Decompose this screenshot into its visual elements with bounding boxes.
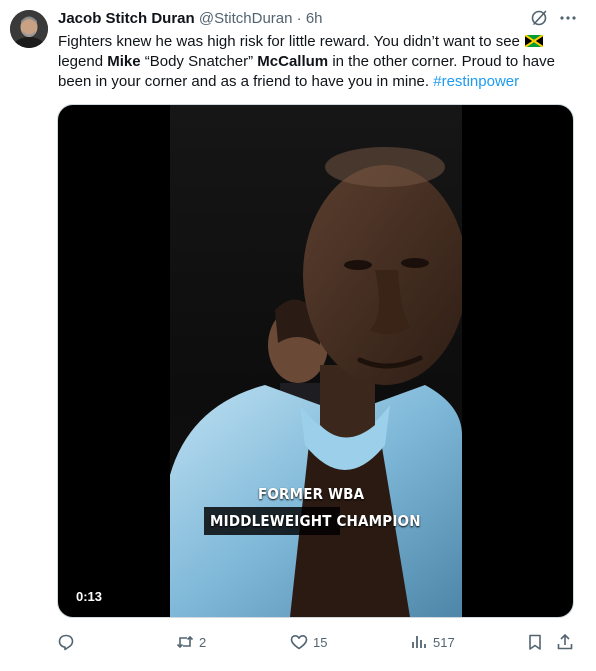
video-caption-line1: FORMER WBA	[258, 485, 365, 503]
bookmark-button[interactable]	[526, 628, 544, 656]
retweet-button[interactable]: 2	[176, 628, 206, 656]
views-count: 517	[433, 634, 455, 650]
views-icon	[412, 636, 426, 648]
tweet-header: Jacob Stitch Duran @StitchDuran · 6h	[58, 9, 526, 29]
header-separator: ·	[296, 10, 302, 27]
retweet-count: 2	[199, 634, 207, 650]
tweet-text: Fighters knew he was high risk for littl…	[58, 32, 583, 92]
video-duration: 0:13	[70, 587, 109, 607]
author-handle[interactable]: @StitchDuran	[199, 10, 293, 27]
tweet-text-part: “Body Snatcher”	[140, 53, 258, 70]
author-name[interactable]: Jacob Stitch Duran	[58, 10, 195, 27]
tweet-text-part: Fighters knew he was high risk for littl…	[58, 33, 525, 50]
video-frame: FORMER WBA MIDDLEWEIGHT CHAMPION	[170, 105, 462, 617]
video-player[interactable]: FORMER WBA MIDDLEWEIGHT CHAMPION 0:13	[57, 104, 574, 618]
bold-name-mccallum: McCallum	[257, 53, 329, 70]
tweet-text-part: legend	[58, 53, 108, 70]
like-count: 15	[313, 634, 328, 650]
retweet-icon	[176, 635, 194, 649]
avatar[interactable]	[10, 10, 48, 48]
tweet: Jacob Stitch Duran @StitchDuran · 6h Fig…	[0, 0, 596, 671]
heart-icon	[290, 635, 308, 650]
bold-name-mike: Mike	[107, 53, 141, 70]
reply-button[interactable]	[57, 628, 75, 656]
more-options-icon[interactable]	[557, 9, 579, 27]
share-icon	[557, 633, 573, 650]
tweet-time[interactable]: 6h	[306, 10, 323, 27]
action-bar: 2 15 517	[0, 628, 596, 656]
reply-icon	[58, 634, 74, 651]
jamaica-flag-icon	[524, 33, 544, 48]
like-button[interactable]: 15	[290, 628, 327, 656]
caption-champion: CHAMPION	[331, 512, 421, 530]
hashtag-link[interactable]: #restinpower	[433, 73, 519, 90]
video-caption-line2: MIDDLEWEIGHT CHAMPION	[210, 512, 421, 530]
caption-middleweight: MIDDLEWEIGHT	[210, 512, 332, 530]
grok-icon[interactable]	[530, 9, 548, 27]
views-button[interactable]: 517	[410, 628, 455, 656]
bookmark-icon	[529, 634, 541, 650]
share-button[interactable]	[556, 628, 574, 656]
